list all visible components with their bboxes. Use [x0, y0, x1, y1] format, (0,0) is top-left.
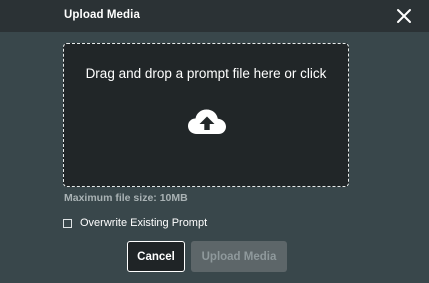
upload-media-dialog: Upload Media Drag and drop a prompt file…	[0, 0, 429, 283]
overwrite-existing-option[interactable]: Overwrite Existing Prompt	[63, 216, 207, 230]
dropzone-text: Drag and drop a prompt file here or clic…	[85, 66, 327, 81]
overwrite-checkbox-label: Overwrite Existing Prompt	[80, 217, 208, 229]
close-button[interactable]	[393, 5, 415, 27]
overwrite-checkbox[interactable]	[63, 218, 72, 228]
cloud-upload-icon	[188, 109, 226, 134]
dialog-title: Upload Media	[64, 9, 140, 21]
file-dropzone[interactable]: Drag and drop a prompt file here or clic…	[63, 43, 349, 187]
close-icon	[397, 9, 411, 23]
dialog-header: Upload Media	[0, 0, 429, 32]
max-file-size-note: Maximum file size: 10MB	[64, 192, 188, 204]
upload-media-button[interactable]: Upload Media	[191, 241, 287, 272]
cancel-button[interactable]: Cancel	[127, 241, 185, 272]
